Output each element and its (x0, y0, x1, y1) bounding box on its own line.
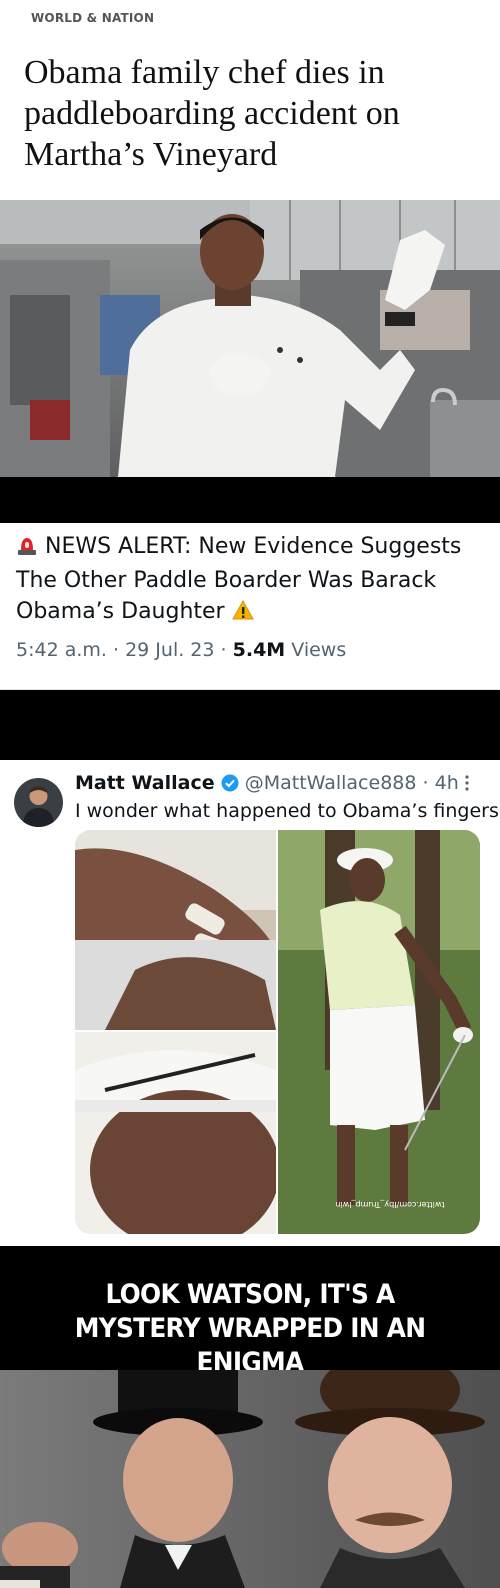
tweet-media[interactable]: twitter.com/Iby_Trump_lwin (75, 830, 480, 1234)
avatar[interactable] (14, 778, 63, 827)
views-label: Views (291, 639, 347, 661)
author-name[interactable]: Matt Wallace (75, 772, 215, 794)
verified-badge-icon (221, 774, 239, 797)
news-alert-tweet[interactable]: NEWS ALERT: New Evidence Suggests The Ot… (0, 523, 500, 690)
article-headline[interactable]: Obama family chef dies in paddleboarding… (24, 52, 484, 175)
tweet-time[interactable]: 5:42 a.m. (16, 639, 107, 661)
matt-wallace-tweet[interactable]: Matt Wallace @MattWallace888 · 4h I wond… (0, 760, 500, 1246)
caption-line-1: LOOK WATSON, IT'S A (105, 1279, 395, 1310)
more-options-icon[interactable] (464, 774, 470, 797)
tweet-text: I wonder what happened to Obama’s finger… (75, 800, 499, 822)
author-handle[interactable]: @MattWallace888 (245, 772, 417, 794)
views-count[interactable]: 5.4M (233, 639, 286, 661)
article-header: WORLD & NATION Obama family chef dies in… (0, 0, 500, 200)
black-spacer (0, 690, 500, 760)
tweet-meta: 5:42 a.m. · 29 Jul. 23 · 5.4M Views (16, 639, 347, 661)
tweet-age[interactable]: 4h (435, 772, 459, 794)
tweet-text-block: NEWS ALERT: New Evidence Suggests The Ot… (16, 531, 484, 630)
sherlock-watson-photo (0, 1370, 500, 1588)
tweet-date[interactable]: 29 Jul. 23 (125, 639, 214, 661)
black-spacer (0, 477, 500, 523)
media-watermark: twitter.com/Iby_Trump_lwin (335, 1200, 444, 1209)
caption-text: LOOK WATSON, IT'S A MYSTERY WRAPPED IN A… (20, 1278, 480, 1370)
meme-caption: LOOK WATSON, IT'S A MYSTERY WRAPPED IN A… (0, 1246, 500, 1370)
chef-photo (0, 200, 500, 477)
warning-icon (231, 599, 254, 630)
tweet-header: Matt Wallace @MattWallace888 · 4h (75, 772, 459, 797)
caption-line-2: MYSTERY WRAPPED IN AN ENIGMA (74, 1313, 426, 1370)
rotating-light-icon (16, 534, 38, 565)
section-kicker[interactable]: WORLD & NATION (31, 11, 154, 25)
